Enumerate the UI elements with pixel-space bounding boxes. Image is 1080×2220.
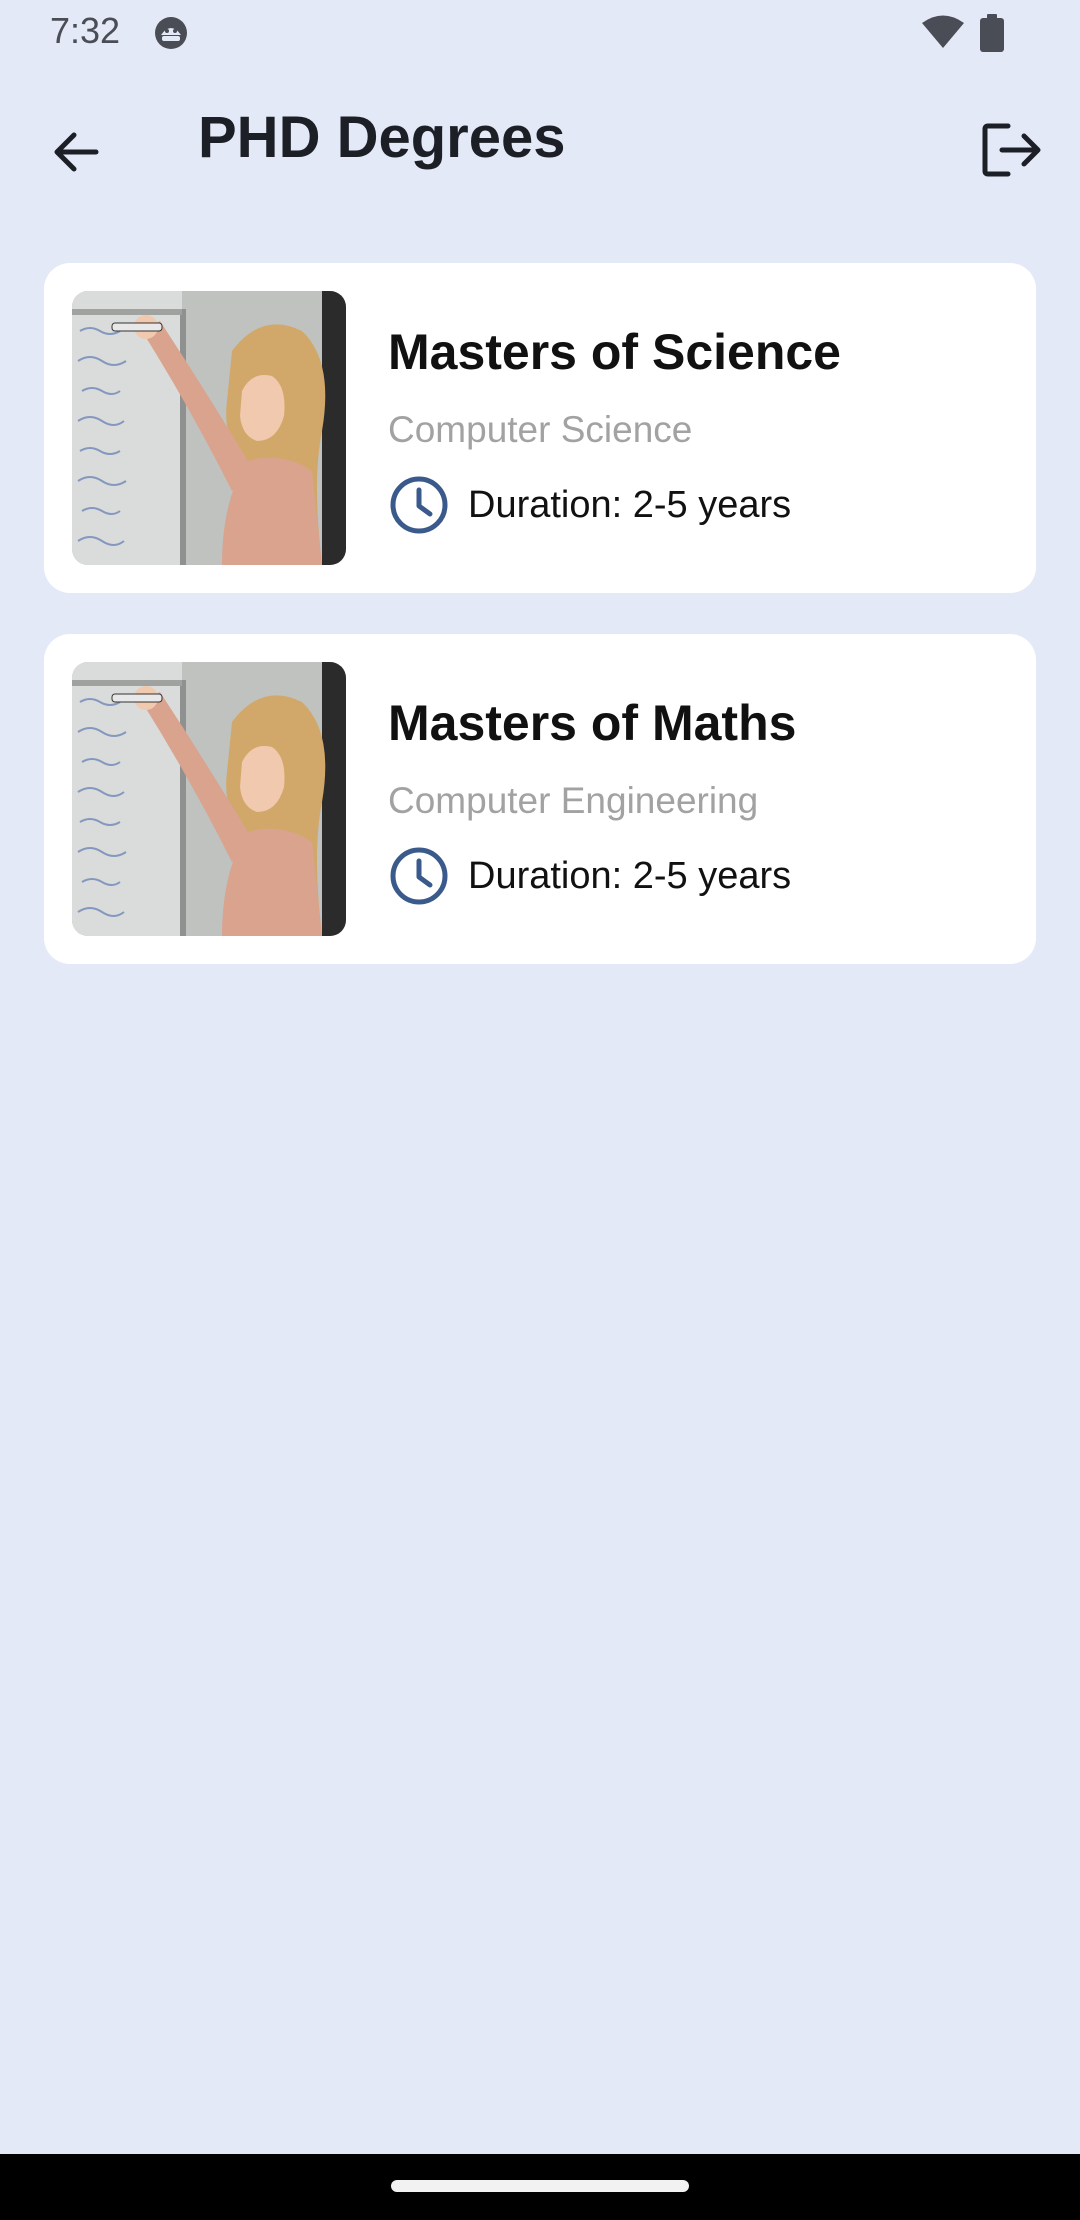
- page-title: PHD Degrees: [198, 105, 566, 170]
- degree-card[interactable]: Masters of Science Computer Science Dura…: [44, 263, 1036, 593]
- degrees-screen: 7:32 PHD Degrees Masters of Science Comp…: [0, 0, 1080, 2220]
- clock-icon: [390, 476, 448, 534]
- degree-title: Masters of Maths: [388, 695, 797, 751]
- system-nav-bar: [0, 2154, 1080, 2220]
- logout-button[interactable]: [972, 110, 1052, 190]
- whiteboard-photo: [72, 291, 346, 565]
- clock-icon: [390, 847, 448, 905]
- duration-row: Duration: 2-5 years: [388, 473, 791, 537]
- android-debug-icon: [155, 17, 187, 49]
- whiteboard-photo: [72, 662, 346, 936]
- duration-row: Duration: 2-5 years: [388, 844, 791, 908]
- wifi-icon: [922, 15, 964, 48]
- degree-list: Masters of Science Computer Science Dura…: [44, 263, 1036, 1005]
- degree-title: Masters of Science: [388, 324, 841, 380]
- status-time: 7:32: [50, 10, 121, 51]
- duration-text: Duration: 2-5 years: [468, 854, 792, 897]
- degree-subtitle: Computer Science: [388, 409, 693, 450]
- duration-text: Duration: 2-5 years: [468, 483, 792, 526]
- back-button[interactable]: [38, 114, 114, 190]
- home-indicator[interactable]: [391, 2180, 689, 2192]
- degree-image: [72, 662, 346, 936]
- arrow-back-icon: [54, 132, 99, 172]
- degree-subtitle: Computer Engineering: [388, 780, 759, 821]
- degree-card[interactable]: Masters of Maths Computer Engineering Du…: [44, 634, 1036, 964]
- app-bar: PHD Degrees: [0, 66, 1080, 218]
- battery-icon: [980, 14, 1004, 52]
- status-bar: 7:32: [0, 0, 1080, 66]
- degree-image: [72, 291, 346, 565]
- logout-icon: [982, 123, 1041, 177]
